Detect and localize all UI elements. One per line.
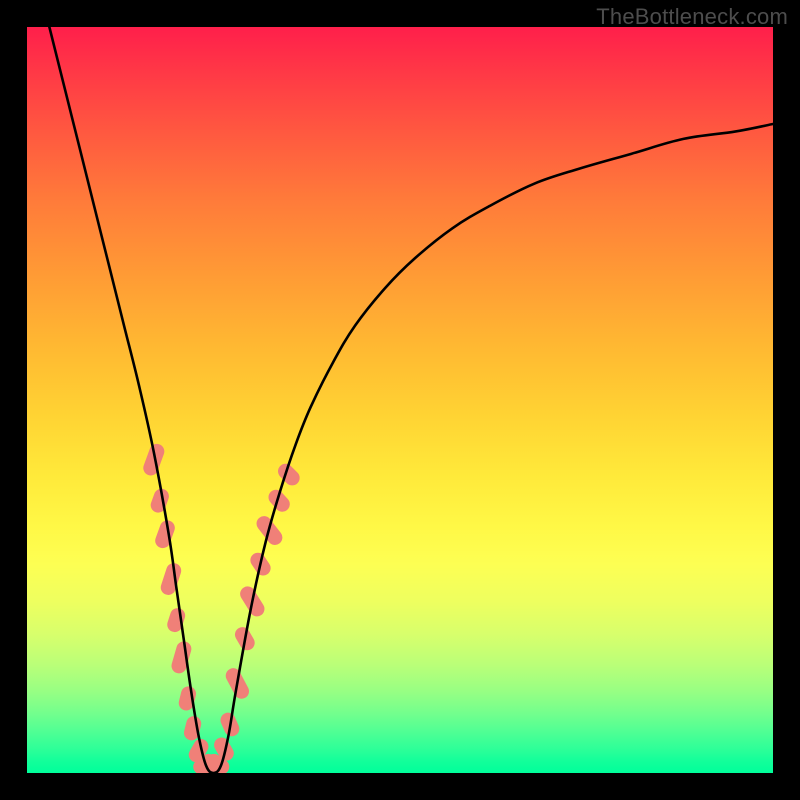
plot-area	[27, 27, 773, 773]
data-marker	[165, 606, 187, 634]
data-marker	[159, 561, 183, 597]
data-marker	[149, 487, 171, 515]
watermark-label: TheBottleneck.com	[596, 4, 788, 30]
marker-layer	[141, 442, 303, 773]
chart-frame: TheBottleneck.com	[0, 0, 800, 800]
data-marker	[170, 640, 193, 675]
chart-svg	[27, 27, 773, 773]
bottleneck-curve	[49, 27, 773, 773]
data-marker	[153, 518, 177, 550]
